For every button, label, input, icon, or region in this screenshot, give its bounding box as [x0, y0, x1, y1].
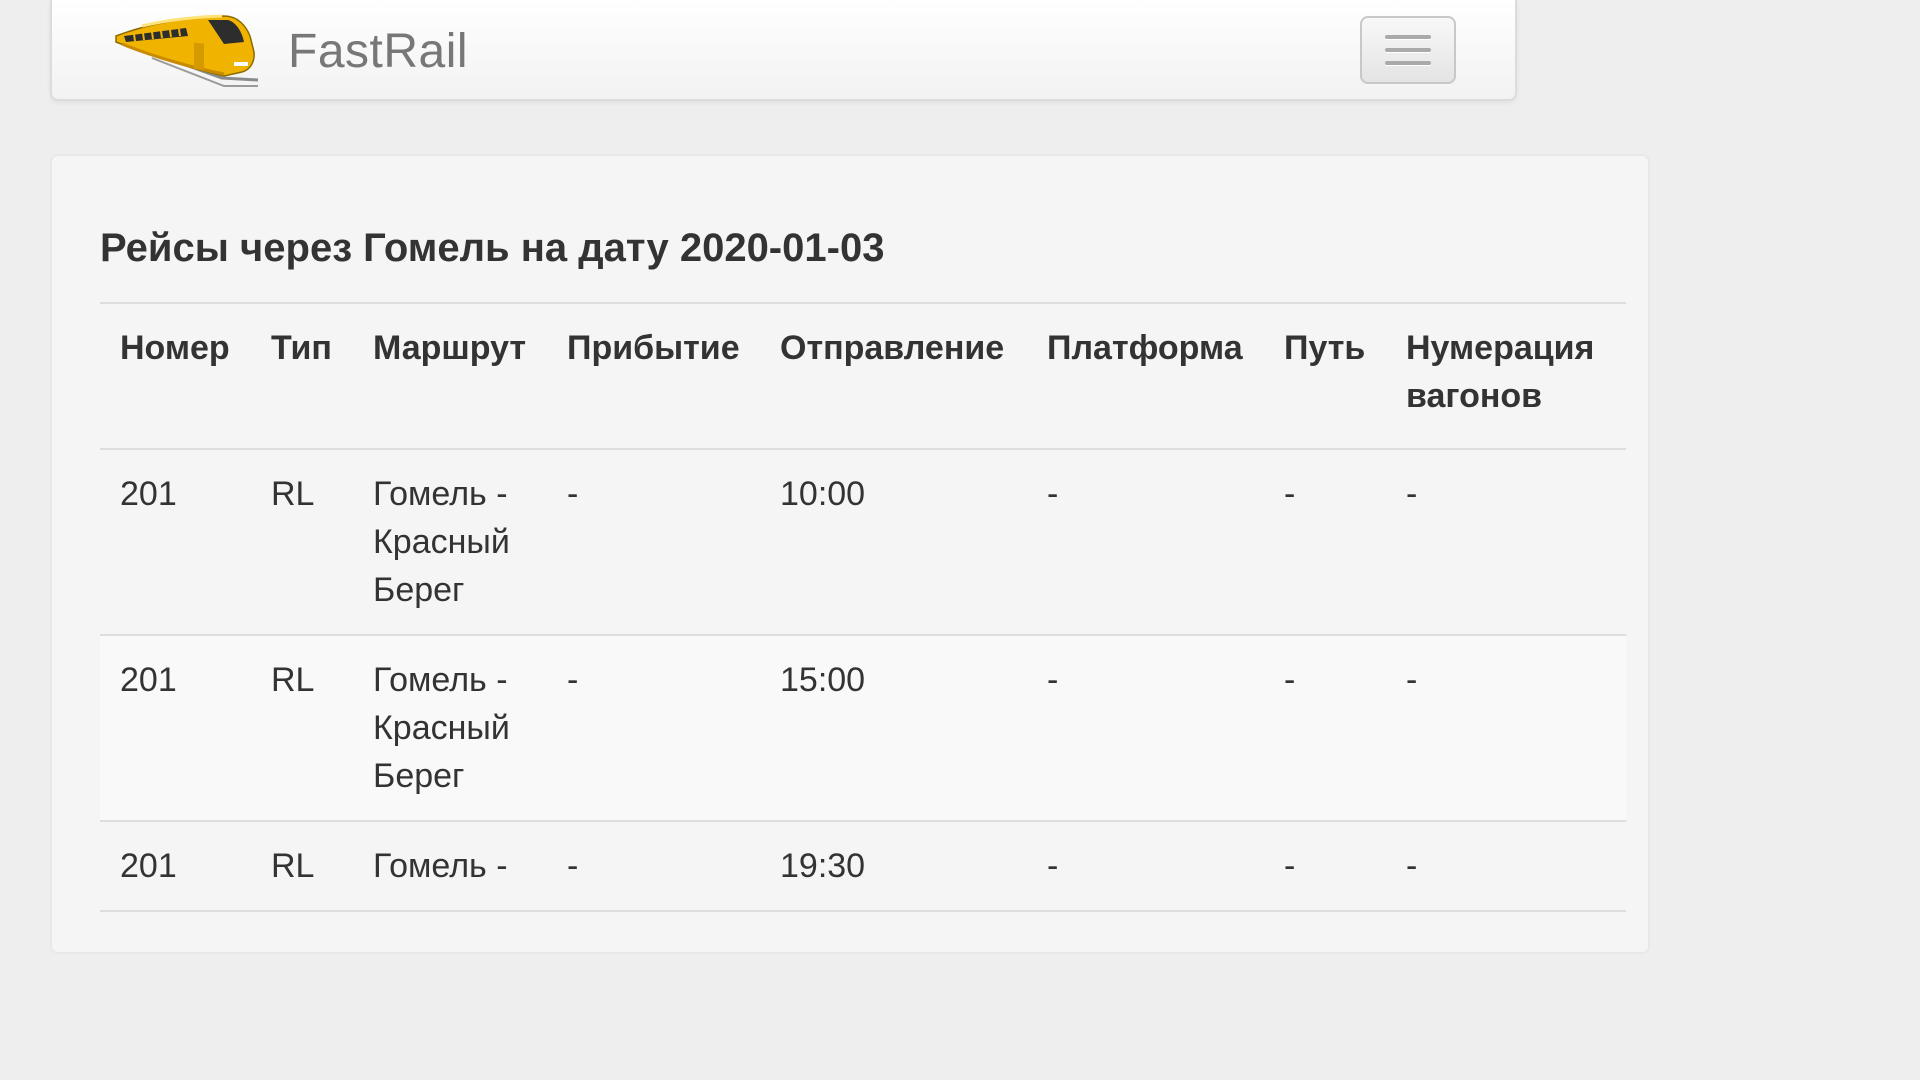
cell-route: Гомель - [373, 847, 508, 885]
cell-track: - [1284, 475, 1296, 513]
brand-name: FastRail [288, 24, 469, 78]
page-title: Рейсы через Гомель на дату 2020-01-03 [100, 226, 885, 270]
header-car-numbering: Нумерация вагонов [1406, 329, 1595, 415]
cell-track: - [1284, 847, 1296, 885]
hamburger-menu-icon [1385, 35, 1431, 39]
menu-toggle-button[interactable] [1360, 16, 1456, 84]
table-row: 201 RL Гомель - Красный Берег - 10:00 - … [100, 449, 1626, 635]
schedule-table: Номер Тип Маршрут Прибытие Отправление П… [100, 302, 1626, 912]
cell-departure: 10:00 [780, 475, 866, 513]
cell-platform: - [1047, 475, 1059, 513]
cell-type: RL [271, 847, 315, 885]
cell-arrival: - [567, 847, 579, 885]
train-icon [112, 12, 262, 90]
cell-route: Гомель - Красный Берег [373, 661, 510, 795]
cell-route: Гомель - Красный Берег [373, 475, 510, 609]
cell-departure: 15:00 [780, 661, 866, 699]
cell-car-numbering: - [1406, 847, 1418, 885]
cell-number: 201 [120, 475, 177, 513]
header-platform: Платформа [1047, 329, 1243, 367]
header-number: Номер [120, 329, 230, 367]
cell-arrival: - [567, 475, 579, 513]
table-header-row: Номер Тип Маршрут Прибытие Отправление П… [100, 303, 1626, 449]
table-row: 201 RL Гомель - Красный Берег - 15:00 - … [100, 635, 1626, 821]
cell-number: 201 [120, 847, 177, 885]
header-track: Путь [1284, 329, 1366, 367]
cell-number: 201 [120, 661, 177, 699]
table-row: 201 RL Гомель - - 19:30 - - - [100, 821, 1626, 911]
hamburger-menu-icon [1385, 48, 1431, 52]
cell-platform: - [1047, 661, 1059, 699]
header-arrival: Прибытие [567, 329, 740, 367]
cell-departure: 19:30 [780, 847, 866, 885]
cell-car-numbering: - [1406, 661, 1418, 699]
brand-link[interactable]: FastRail [112, 12, 468, 90]
header-departure: Отправление [780, 329, 1005, 367]
cell-type: RL [271, 661, 315, 699]
header-route: Маршрут [373, 329, 527, 367]
cell-car-numbering: - [1406, 475, 1418, 513]
cell-arrival: - [567, 661, 579, 699]
cell-type: RL [271, 475, 315, 513]
header-type: Тип [271, 329, 332, 367]
cell-track: - [1284, 661, 1296, 699]
cell-platform: - [1047, 847, 1059, 885]
navbar: FastRail [50, 0, 1517, 101]
hamburger-menu-icon [1385, 61, 1431, 65]
content-panel: Рейсы через Гомель на дату 2020-01-03 Но… [50, 154, 1650, 954]
